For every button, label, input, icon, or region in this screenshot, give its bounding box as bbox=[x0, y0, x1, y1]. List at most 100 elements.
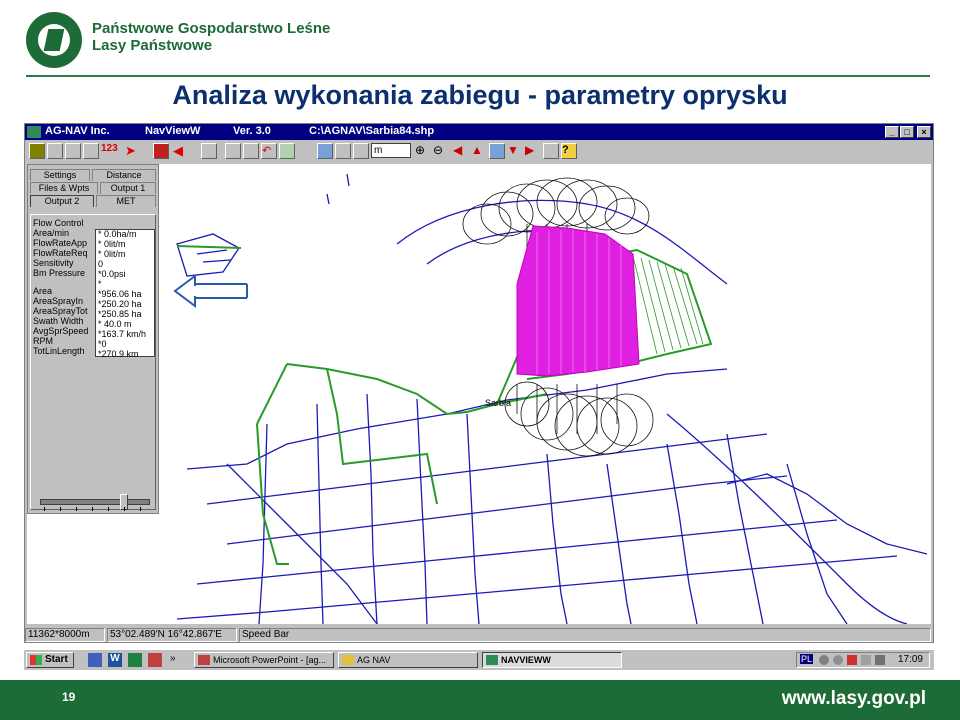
tab-met[interactable]: MET bbox=[96, 195, 156, 207]
slider-tick bbox=[92, 507, 93, 511]
go-arrow-icon[interactable]: ➤ bbox=[125, 143, 141, 159]
window-version: Ver. 3.0 bbox=[233, 125, 271, 137]
map-drawing: Sarbia bbox=[173, 173, 928, 625]
speaker-icon[interactable] bbox=[875, 655, 885, 665]
website-url: www.lasy.gov.pl bbox=[781, 688, 926, 709]
tab-output-2[interactable]: Output 2 bbox=[30, 195, 94, 207]
quicklaunch-more-icon[interactable]: » bbox=[170, 653, 184, 667]
quicklaunch-word-icon[interactable]: W bbox=[108, 653, 122, 667]
image-icon[interactable] bbox=[317, 143, 333, 159]
folder-icon bbox=[342, 655, 354, 665]
value-area-min: * 0.0ha/m bbox=[98, 229, 137, 239]
layers-icon[interactable] bbox=[201, 143, 217, 159]
quicklaunch-desktop-icon[interactable] bbox=[88, 653, 102, 667]
center-icon[interactable] bbox=[489, 143, 505, 159]
task-powerpoint[interactable]: Microsoft PowerPoint - [ag... bbox=[194, 652, 334, 668]
value-flow-rate-req: * 0lit/m bbox=[98, 249, 126, 259]
language-indicator[interactable]: PL bbox=[800, 654, 814, 664]
agnav-icon bbox=[486, 655, 498, 665]
slider-tick bbox=[44, 507, 45, 511]
zoom-in-icon[interactable]: ⊕ bbox=[415, 143, 431, 159]
label-tot-lin-length: TotLinLength bbox=[33, 346, 85, 356]
label-area-min: Area/min bbox=[33, 228, 70, 238]
output-2-panel: Flow Control Area/min FlowRateApp FlowRa… bbox=[30, 214, 156, 510]
start-label: Start bbox=[45, 654, 68, 665]
maximize-button[interactable]: □ bbox=[900, 126, 914, 138]
label-area: Area bbox=[33, 286, 53, 296]
slider-tick bbox=[76, 507, 77, 511]
slider-tick bbox=[108, 507, 109, 511]
value-sensitivity: 0 bbox=[98, 259, 104, 269]
lasy-panstwowe-logo bbox=[26, 12, 82, 68]
toolbar: 123 ➤ ◀ ↶ m ⊕ ⊖ ◀ ▲ ▼ ▶ ? bbox=[25, 141, 933, 161]
close-button[interactable]: × bbox=[917, 126, 931, 138]
arrow-right-icon[interactable]: ▶ bbox=[525, 143, 541, 159]
task-label: NAVVIEWW bbox=[501, 655, 551, 665]
arrow-left-icon[interactable]: ◀ bbox=[453, 143, 469, 159]
slider-tick bbox=[140, 507, 141, 511]
tab-files-wpts[interactable]: Files & Wpts bbox=[30, 182, 98, 194]
label-bm-pressure: Bm Pressure bbox=[33, 268, 86, 278]
quicklaunch-powerpoint-icon[interactable] bbox=[148, 653, 162, 667]
speed-slider-track[interactable] bbox=[40, 499, 150, 505]
value-area-spray-tot: *250.85 ha bbox=[98, 309, 142, 319]
system-tray: PL 17:09 bbox=[796, 652, 930, 668]
navview-window: AG-NAV Inc. NavViewW Ver. 3.0 C:\AGNAV\S… bbox=[24, 123, 934, 643]
slider-tick bbox=[124, 507, 125, 511]
start-button[interactable]: Start bbox=[26, 652, 74, 668]
task-ag-nav[interactable]: AG NAV bbox=[338, 652, 478, 668]
tray-icon[interactable] bbox=[819, 655, 829, 665]
parameter-panel: Settings Distance Files & Wpts Output 1 … bbox=[27, 164, 159, 514]
save-icon[interactable] bbox=[65, 143, 81, 159]
status-bar: 11362*8000m 53°02.489'N 16°42.867'E Spee… bbox=[25, 628, 933, 642]
window-company: AG-NAV Inc. bbox=[45, 125, 110, 137]
minimize-button[interactable]: _ bbox=[885, 126, 899, 138]
panel-icon[interactable] bbox=[243, 143, 259, 159]
arrow-up-icon[interactable]: ▲ bbox=[471, 143, 487, 159]
annotation-arrow bbox=[173, 274, 248, 308]
tab-settings[interactable]: Settings bbox=[30, 169, 90, 181]
label-flow-rate-app: FlowRateApp bbox=[33, 238, 88, 248]
settings-icon[interactable] bbox=[543, 143, 559, 159]
arrow-down-icon[interactable]: ▼ bbox=[507, 143, 523, 159]
zoom-window-icon[interactable] bbox=[353, 143, 369, 159]
task-navvieww[interactable]: NAVVIEWW bbox=[482, 652, 622, 668]
window-icon[interactable] bbox=[225, 143, 241, 159]
hand-icon[interactable] bbox=[335, 143, 351, 159]
help-icon[interactable]: ? bbox=[561, 143, 577, 159]
label-rpm: RPM bbox=[33, 336, 53, 346]
back-arrow-icon[interactable]: ◀ bbox=[173, 143, 189, 159]
print-icon[interactable] bbox=[83, 143, 99, 159]
tray-icon[interactable] bbox=[847, 655, 857, 665]
tab-distance[interactable]: Distance bbox=[92, 169, 156, 181]
stop-icon[interactable] bbox=[153, 143, 169, 159]
page-number: 19 bbox=[62, 690, 76, 704]
count-icon[interactable]: 123 bbox=[101, 143, 123, 159]
label-area-spray-tot: AreaSprayTot bbox=[33, 306, 88, 316]
label-avg-spr-speed: AvgSprSpeed bbox=[33, 326, 89, 336]
folder-icon[interactable] bbox=[47, 143, 63, 159]
tray-icon[interactable] bbox=[861, 655, 871, 665]
clock[interactable]: 17:09 bbox=[898, 653, 923, 667]
agnav-app-icon bbox=[27, 126, 41, 138]
swath-lines bbox=[632, 255, 704, 355]
tray-icon[interactable] bbox=[833, 655, 843, 665]
task-label: AG NAV bbox=[357, 655, 391, 665]
tab-output-1[interactable]: Output 1 bbox=[100, 182, 156, 194]
value-bm-pressure: *0.0psi bbox=[98, 269, 126, 279]
map-view[interactable]: Sarbia bbox=[27, 164, 931, 625]
undo-icon[interactable]: ↶ bbox=[261, 143, 277, 159]
label-swath-width: Swath Width bbox=[33, 316, 84, 326]
quicklaunch-excel-icon[interactable] bbox=[128, 653, 142, 667]
list-icon[interactable] bbox=[279, 143, 295, 159]
open-icon[interactable] bbox=[29, 143, 45, 159]
zoom-out-icon[interactable]: ⊖ bbox=[433, 143, 449, 159]
label-area-spray-in: AreaSprayIn bbox=[33, 296, 84, 306]
value-avg-spr-speed: *163.7 km/h bbox=[98, 329, 147, 339]
powerpoint-icon bbox=[198, 655, 210, 665]
slide-title: Analiza wykonania zabiegu - parametry op… bbox=[172, 80, 788, 110]
value-flow-rate-app: * 0lit/m bbox=[98, 239, 126, 249]
window-app-name: NavViewW bbox=[145, 125, 201, 137]
header-divider bbox=[26, 75, 930, 77]
zoom-unit-field[interactable]: m bbox=[371, 143, 411, 158]
